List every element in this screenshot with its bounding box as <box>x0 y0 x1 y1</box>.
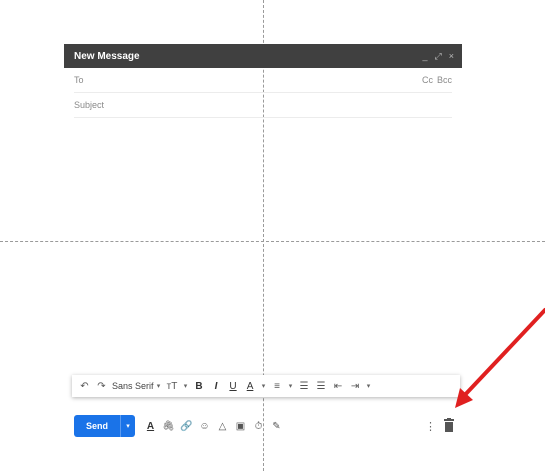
red-arrow-annotation <box>455 308 545 408</box>
